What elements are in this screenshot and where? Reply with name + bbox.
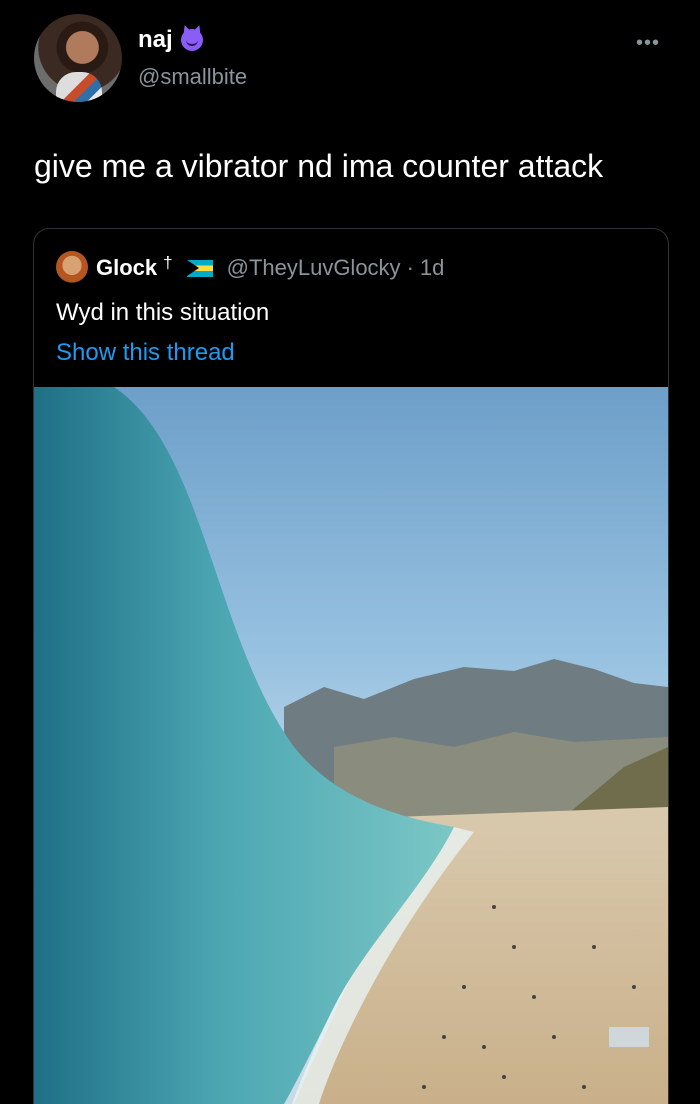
author-name-row[interactable]: naj [138,26,203,54]
lifeguard-tower [609,1027,649,1047]
quoted-image[interactable] [34,387,668,1104]
quoted-tweet[interactable]: Glock † @TheyLuvGlocky · 1d Wyd in this … [33,228,669,1104]
smiling-devil-icon [180,29,203,51]
quoted-text: Wyd in this situation [56,299,270,326]
quoted-handle[interactable]: @TheyLuvGlocky [227,255,401,281]
quoted-avatar[interactable] [56,251,88,283]
quoted-name-suffix: † [163,253,173,272]
quoted-separator: · [406,255,414,280]
bahamas-flag-icon [186,259,213,277]
more-icon[interactable]: ••• [636,32,660,55]
author-handle[interactable]: @smallbite [138,64,247,90]
giant-wave-beach-photo [34,387,668,1104]
quoted-name[interactable]: Glock [96,255,157,281]
author-name[interactable]: naj [138,26,173,54]
avatar-shirt [56,72,102,102]
show-thread-link[interactable]: Show this thread [56,339,235,367]
tweet-text: give me a vibrator nd ima counter attack [34,148,604,184]
quoted-header: Glock † @TheyLuvGlocky · 1d [96,253,444,281]
author-avatar[interactable] [34,14,122,102]
quoted-time[interactable]: 1d [420,255,444,281]
